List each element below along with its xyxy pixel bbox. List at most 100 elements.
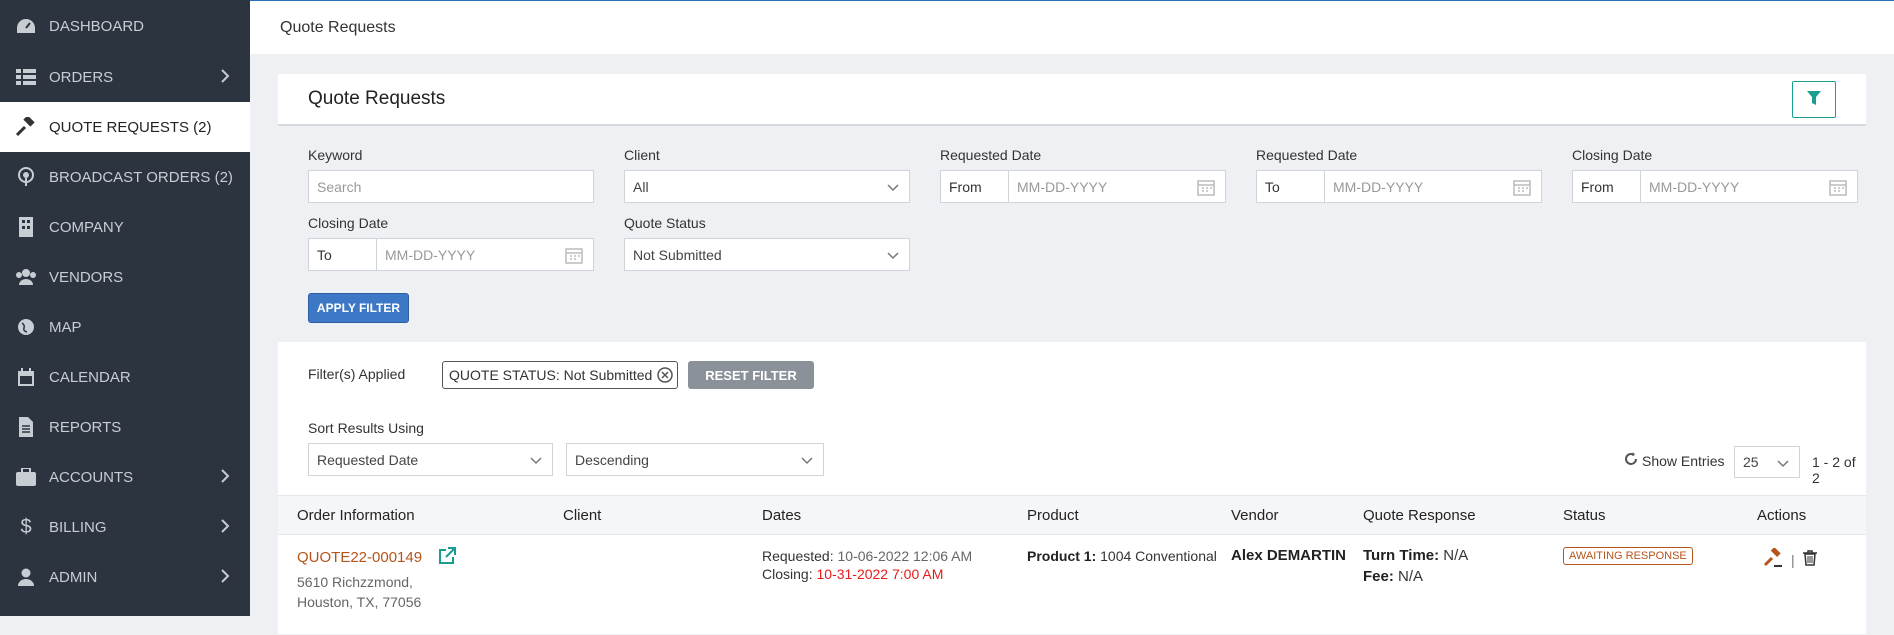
sidebar-item-admin[interactable]: ADMIN [0,552,250,602]
entries-select[interactable]: 25 [1734,446,1800,478]
sort-field-value: Requested Date [317,451,419,468]
chevron-right-icon [220,519,230,537]
order-id-link[interactable]: QUOTE22-000149 [297,549,422,566]
quote-status-label: Quote Status [624,215,706,231]
sidebar-item-map[interactable]: MAP [0,302,250,352]
product-value: 1004 Conventional [1100,548,1217,564]
sidebar-item-dashboard[interactable]: DASHBOARD [0,0,250,52]
vendor-cell: Alex DEMARTIN [1231,547,1346,564]
col-product[interactable]: Product [1027,507,1079,524]
broadcast-icon [15,166,37,188]
closing-from-field: Closing Date From MM-DD-YYYY [1572,147,1858,203]
date-placeholder: MM-DD-YYYY [1017,178,1108,195]
chevron-down-icon [801,453,813,469]
sidebar-item-broadcast-orders[interactable]: BROADCAST ORDERS (2) [0,152,250,202]
sidebar-item-company[interactable]: COMPANY [0,202,250,252]
col-dates[interactable]: Dates [762,507,801,524]
keyword-label: Keyword [308,147,363,163]
sort-field-select[interactable]: Requested Date [308,443,553,476]
order-info-cell: QUOTE22-000149 5610 Richzzmond, Houston,… [297,547,457,610]
chevron-right-icon [220,469,230,487]
col-vendor[interactable]: Vendor [1231,507,1279,524]
dashboard-icon [15,15,37,37]
calendar-icon[interactable] [1513,178,1531,199]
calendar-icon[interactable] [1829,178,1847,199]
product-label: Product 1: [1027,548,1097,564]
closing-from-input[interactable]: From MM-DD-YYYY [1572,170,1858,203]
user-icon [15,566,37,588]
closing-from-label: Closing Date [1572,147,1653,163]
date-placeholder: MM-DD-YYYY [1649,178,1740,195]
keyword-placeholder: Search [317,178,362,195]
sidebar: DASHBOARD ORDERS QUOTE REQUESTS (2) BROA… [0,0,250,616]
sort-label: Sort Results Using [308,420,424,436]
filter-chip-label: QUOTE STATUS: Not Submitted [449,367,653,383]
sidebar-item-quote-requests[interactable]: QUOTE REQUESTS (2) [0,102,250,152]
close-icon[interactable] [657,367,673,386]
reset-filter-button[interactable]: RESET FILTER [688,361,814,389]
col-quote-response[interactable]: Quote Response [1363,507,1476,524]
sidebar-item-reports[interactable]: REPORTS [0,402,250,452]
external-link-icon[interactable] [438,547,457,568]
apply-filter-button[interactable]: APPLY FILTER [308,293,409,323]
briefcase-icon [15,466,37,488]
sort-direction-value: Descending [575,451,649,468]
file-icon [15,416,37,438]
breadcrumb: Quote Requests [250,0,1894,54]
sidebar-item-label: QUOTE REQUESTS (2) [49,118,212,136]
sidebar-item-label: ACCOUNTS [49,468,134,486]
client-select[interactable]: All [624,170,910,203]
quote-status-select[interactable]: Not Submitted [624,238,910,271]
show-entries-label: Show Entries [1642,452,1725,469]
col-status[interactable]: Status [1563,507,1606,524]
sidebar-item-label: COMPANY [49,218,124,236]
product-cell: Product 1: 1004 Conventional [1027,548,1217,564]
sidebar-item-orders[interactable]: ORDERS [0,52,250,102]
filter-icon [1807,89,1821,111]
table-row: QUOTE22-000149 5610 Richzzmond, Houston,… [278,535,1866,635]
date-prefix: To [309,239,377,270]
fee-value: N/A [1398,568,1424,585]
closing-to-field: Closing Date To MM-DD-YYYY [308,215,594,271]
sidebar-item-label: ADMIN [49,568,98,586]
filter-toggle-button[interactable] [1792,81,1836,118]
sidebar-item-calendar[interactable]: CALENDAR [0,352,250,402]
sidebar-item-accounts[interactable]: ACCOUNTS [0,452,250,502]
col-actions: Actions [1757,507,1807,524]
col-order-information[interactable]: Order Information [297,507,415,524]
date-prefix: From [1573,171,1641,202]
col-client[interactable]: Client [563,507,601,524]
requested-from-field: Requested Date From MM-DD-YYYY [940,147,1226,203]
trash-icon[interactable] [1802,550,1817,569]
client-label: Client [624,147,660,163]
requested-from-input[interactable]: From MM-DD-YYYY [940,170,1226,203]
panel-header: Quote Requests [278,74,1866,126]
requested-to-input[interactable]: To MM-DD-YYYY [1256,170,1542,203]
show-entries: Show Entries [1624,452,1724,469]
sidebar-item-label: ORDERS [49,68,114,86]
quote-status-value: Not Submitted [633,246,722,263]
date-placeholder: MM-DD-YYYY [385,246,476,263]
status-badge: AWAITING RESPONSE [1563,547,1693,565]
turn-time-label: Turn Time: [1363,547,1440,564]
filter-area: Keyword Search Client All Requested Date… [278,126,1866,342]
closing-value: 10-31-2022 7:00 AM [816,566,944,582]
quote-status-field: Quote Status Not Submitted [624,215,910,271]
globe-icon [15,316,37,338]
chevron-down-icon [530,453,542,469]
gavel-icon[interactable] [1763,547,1783,571]
sidebar-item-label: BROADCAST ORDERS (2) [49,168,233,186]
keyword-input[interactable]: Search [308,170,594,203]
sidebar-item-vendors[interactable]: VENDORS [0,252,250,302]
dates-cell: Requested: 10-06-2022 12:06 AM Closing: … [762,548,972,582]
calendar-icon[interactable] [565,246,583,267]
sidebar-item-billing[interactable]: $ BILLING [0,502,250,552]
requested-value: 10-06-2022 12:06 AM [837,548,973,564]
refresh-icon[interactable] [1624,452,1638,469]
calendar-icon[interactable] [1197,178,1215,199]
sort-direction-select[interactable]: Descending [566,443,824,476]
date-placeholder: MM-DD-YYYY [1333,178,1424,195]
closing-to-input[interactable]: To MM-DD-YYYY [308,238,594,271]
sidebar-item-label: REPORTS [49,418,122,436]
keyword-field: Keyword Search [308,147,594,203]
